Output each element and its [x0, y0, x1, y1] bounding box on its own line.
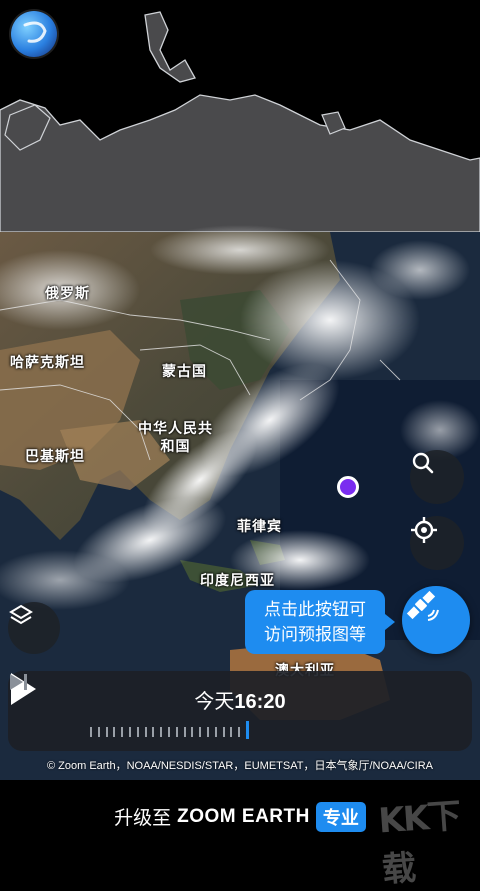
- timeline-time: 今天16:20: [8, 685, 472, 714]
- label-russia: 俄罗斯: [45, 285, 90, 301]
- forecast-tooltip: 点击此按钮可 访问预报图等: [245, 590, 395, 654]
- watermark: KK下载: [377, 795, 461, 891]
- layers-button[interactable]: [8, 602, 60, 654]
- satellite-icon: [406, 590, 439, 621]
- timeline-tick: [199, 727, 202, 737]
- search-icon: [412, 452, 434, 474]
- timeline-tick: [168, 727, 170, 737]
- satellite-button[interactable]: [402, 586, 470, 654]
- label-china: 中华人民共 和国: [138, 420, 213, 454]
- layers-icon: [9, 604, 33, 625]
- zoom-earth-logo-icon[interactable]: [11, 11, 57, 57]
- timeline-panel: 今天16:20: [8, 671, 472, 751]
- timeline-tick: [191, 727, 194, 737]
- timeline-tick: [207, 727, 209, 737]
- timeline-tick: [222, 727, 225, 737]
- timeline-tick: [105, 727, 108, 737]
- timeline-scrubber[interactable]: [90, 721, 250, 739]
- timeline-tick: [97, 727, 100, 737]
- timeline-tick: [144, 727, 147, 737]
- label-pakistan: 巴基斯坦: [25, 448, 85, 464]
- satellite-map[interactable]: 俄罗斯 哈萨克斯坦 蒙古国 中华人民共 和国 巴基斯坦 菲律宾 印度尼西亚 澳大…: [0, 0, 480, 780]
- timeline-tick: [238, 727, 241, 737]
- search-button[interactable]: [410, 450, 464, 504]
- promo-brand: ZOOM EARTH: [177, 805, 310, 827]
- skip-to-end-icon[interactable]: [8, 671, 30, 693]
- label-kazakhstan: 哈萨克斯坦: [10, 354, 85, 370]
- timeline-tick: [214, 727, 217, 737]
- timeline-tick: [183, 727, 186, 737]
- timeline-tick: [175, 727, 178, 737]
- tooltip-line-1: 点击此按钮可: [264, 600, 366, 619]
- timeline-tick: [129, 727, 131, 737]
- timeline-day: 今天: [194, 691, 235, 713]
- current-location-marker[interactable]: [337, 476, 359, 498]
- crosshair-icon: [411, 517, 437, 543]
- timeline-tick: [152, 727, 155, 737]
- promo-prefix: 升级至: [114, 808, 172, 829]
- timeline-tick: [136, 727, 139, 737]
- timeline-tick: [230, 727, 233, 737]
- locate-button[interactable]: [410, 516, 464, 570]
- label-indonesia: 印度尼西亚: [200, 572, 275, 588]
- tooltip-line-2: 访问预报图等: [264, 625, 366, 644]
- label-philippines: 菲律宾: [237, 518, 282, 534]
- timeline-tick: [160, 727, 163, 737]
- pro-badge: 专业: [315, 801, 366, 832]
- timeline-tick: [121, 727, 124, 737]
- timeline-clock: 16:20: [234, 691, 286, 713]
- timeline-tick: [113, 727, 116, 737]
- map-attribution: © Zoom Earth，NOAA/NESDIS/STAR，EUMETSAT，日…: [46, 760, 434, 772]
- map-imagery: [0, 0, 480, 780]
- label-mongolia: 蒙古国: [162, 363, 207, 379]
- timeline-current-marker: [246, 721, 249, 739]
- timeline-tick: [90, 727, 92, 737]
